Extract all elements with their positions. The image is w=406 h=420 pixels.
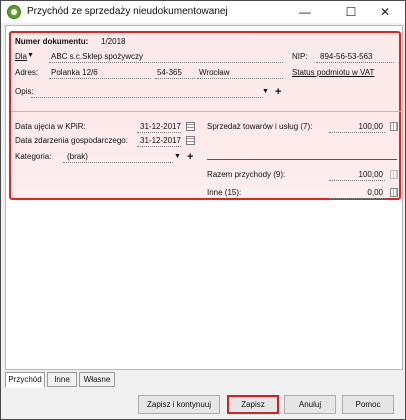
dialog-window: Przychód ze sprzedaży nieudokumentowanej…	[0, 0, 406, 420]
add-description-icon[interactable]: +	[275, 87, 281, 98]
event-calendar-icon[interactable]	[186, 136, 195, 145]
help-button[interactable]: Pomoc	[342, 395, 394, 414]
contractor-name-field[interactable]: ABC s.c.Sklep spożywczy	[51, 52, 143, 61]
doc-number-label: Numer dokumentu:	[15, 37, 89, 46]
minimize-button[interactable]: —	[285, 1, 325, 23]
category-dropdown-icon[interactable]: ▼	[174, 153, 181, 160]
sales-label: Sprzedaż towarów i usług (7):	[207, 122, 313, 131]
category-label: Kategoria:	[15, 152, 52, 161]
event-date-label: Data zdarzenia gospodarczego:	[15, 136, 128, 145]
other-calculator-icon[interactable]	[390, 188, 398, 197]
other-income-label: Inne (15):	[207, 188, 242, 197]
address-label: Adres:	[15, 68, 39, 77]
doc-number-value[interactable]: 1/2018	[101, 37, 125, 46]
vat-status-link[interactable]: Status podmiotu w VAT	[292, 68, 374, 77]
description-label: Opis:	[15, 87, 34, 96]
for-label[interactable]: Dla	[15, 52, 27, 61]
highlighted-form-area: Numer dokumentu: 1/2018 Dla ▼ ABC s.c.Sk…	[9, 31, 401, 200]
window-title: Przychód ze sprzedaży nieudokumentowanej	[27, 6, 228, 17]
description-dropdown-icon[interactable]: ▼	[262, 88, 269, 95]
close-button[interactable]: ✕	[365, 1, 405, 23]
kpir-date-field[interactable]: 31-12-2017	[140, 122, 181, 131]
save-button[interactable]: Zapisz	[227, 395, 279, 414]
nip-field[interactable]: 894-56-53-563	[320, 52, 372, 61]
tab-wlasne[interactable]: Własne	[79, 372, 115, 387]
nip-label: NIP:	[292, 52, 308, 61]
total-income-field: 100,00	[358, 170, 383, 179]
total-income-label: Razem przychody (9):	[207, 170, 286, 179]
event-date-field[interactable]: 31-12-2017	[140, 136, 181, 145]
kpir-calendar-icon[interactable]	[186, 122, 195, 131]
kpir-date-label: Data ujęcia w KPiR:	[15, 122, 86, 131]
cancel-button[interactable]: Anuluj	[284, 395, 336, 414]
category-select[interactable]: (brak)	[67, 152, 88, 161]
sales-amount-field[interactable]: 100,00	[331, 122, 383, 131]
postcode-field[interactable]: 54-365	[157, 68, 182, 77]
for-dropdown-icon[interactable]: ▼	[27, 52, 34, 59]
street-field[interactable]: Polanka 12/6	[51, 68, 98, 77]
total-calculator-icon	[390, 170, 398, 179]
form-content: Numer dokumentu: 1/2018 Dla ▼ ABC s.c.Sk…	[5, 25, 403, 370]
city-field[interactable]: Wrocław	[199, 68, 230, 77]
tab-inne[interactable]: Inne	[47, 372, 77, 387]
sales-calculator-icon[interactable]	[390, 122, 398, 131]
title-bar: Przychód ze sprzedaży nieudokumentowanej…	[1, 1, 405, 23]
save-and-continue-button[interactable]: Zapisz i kontynuuj	[138, 395, 220, 414]
other-income-field[interactable]: 0,00	[331, 188, 383, 197]
tab-przychod[interactable]: Przychód	[5, 372, 45, 388]
add-category-icon[interactable]: +	[187, 152, 193, 163]
app-logo-icon	[7, 5, 21, 19]
